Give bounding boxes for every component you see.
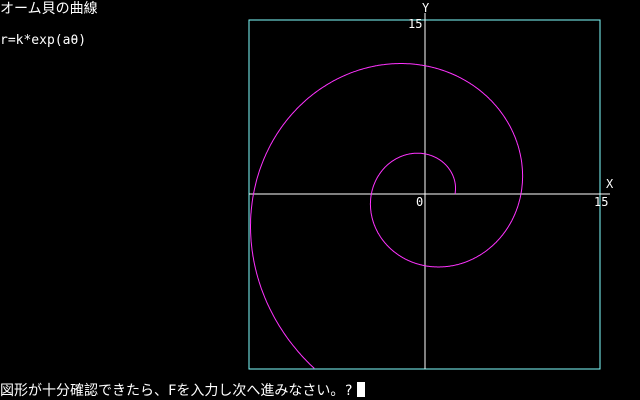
terminal-screen: オーム貝の曲線 r=k*exp(aθ) Y 15 X 0 15 図形が十分確認で…	[0, 0, 640, 400]
spiral-plot	[248, 13, 610, 370]
y-axis-label: Y	[422, 1, 430, 15]
input-prompt[interactable]: 図形が十分確認できたら、Fを入力し次へ進みなさい。?	[0, 382, 365, 398]
spiral-curve	[250, 63, 524, 369]
text-cursor	[356, 382, 365, 397]
x-axis-label: X	[606, 177, 614, 191]
y-max-label: 15	[408, 17, 423, 31]
origin-label: 0	[416, 195, 424, 209]
x-max-label: 15	[594, 195, 609, 209]
prompt-text: 図形が十分確認できたら、Fを入力し次へ進みなさい。?	[0, 383, 353, 399]
